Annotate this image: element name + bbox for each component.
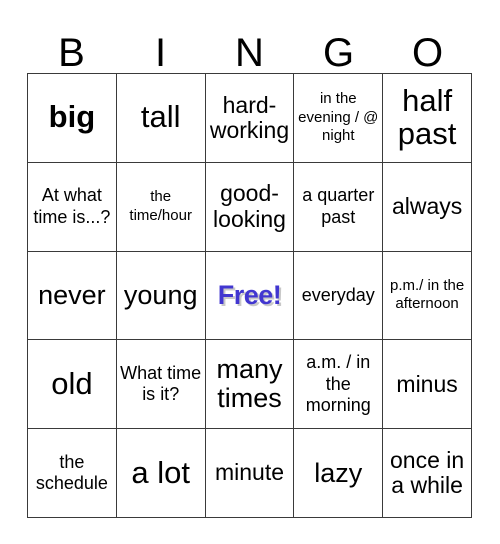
bingo-cell[interactable]: in the evening / @ night bbox=[294, 74, 384, 163]
bingo-cell[interactable]: hard-working bbox=[205, 74, 295, 163]
header-letter-b: B bbox=[58, 31, 85, 75]
bingo-cell[interactable]: minus bbox=[383, 340, 472, 430]
bingo-cell-label: minus bbox=[396, 370, 458, 397]
header-letter-o: O bbox=[411, 31, 444, 75]
bingo-cell-free[interactable]: Free! bbox=[205, 251, 295, 341]
bingo-cell[interactable]: big bbox=[28, 74, 117, 163]
header-letter-n: N bbox=[235, 31, 264, 75]
bingo-cell-label: good-looking bbox=[213, 180, 286, 232]
bingo-cell-label: At what time is...? bbox=[33, 185, 111, 227]
bingo-cell[interactable]: a.m. / in the morning bbox=[294, 340, 384, 430]
bingo-cell-label: everyday bbox=[301, 284, 375, 305]
bingo-cell-label: the time/hour bbox=[129, 188, 192, 224]
bingo-cell-label: in the evening / @ night bbox=[298, 90, 379, 145]
bingo-cell-label: many times bbox=[216, 354, 283, 414]
bingo-cell[interactable]: tall bbox=[116, 74, 206, 163]
bingo-cell-label: tall bbox=[140, 99, 181, 135]
bingo-cell-label: hard-working bbox=[209, 91, 290, 143]
bingo-cell[interactable]: everyday bbox=[294, 251, 384, 341]
bingo-cell-label: always bbox=[391, 193, 463, 220]
bingo-cell[interactable]: a quarter past bbox=[294, 162, 384, 252]
bingo-cell-label: p.m./ in the afternoon bbox=[389, 277, 465, 313]
bingo-cell-label: minute bbox=[214, 459, 285, 486]
bingo-cell[interactable]: a lot bbox=[116, 429, 206, 518]
bingo-cell[interactable]: half past bbox=[383, 74, 472, 163]
bingo-cell[interactable]: old bbox=[28, 340, 117, 430]
bingo-cell-label: big bbox=[48, 99, 96, 135]
bingo-cell-label: never bbox=[38, 279, 106, 310]
bingo-card: B I N G O big tall hard-working in the e… bbox=[0, 0, 500, 544]
bingo-cell[interactable]: At what time is...? bbox=[28, 162, 117, 252]
bingo-cell-label: What time is it? bbox=[120, 363, 202, 405]
free-space-label: Free! bbox=[217, 280, 282, 311]
bingo-cell[interactable]: many times bbox=[205, 340, 295, 430]
bingo-cell[interactable]: always bbox=[383, 162, 472, 252]
bingo-cell-label: a lot bbox=[131, 454, 190, 490]
bingo-cell-label: once in a while bbox=[390, 446, 465, 499]
bingo-cell[interactable]: the schedule bbox=[28, 429, 117, 518]
bingo-cell-label: old bbox=[51, 365, 93, 401]
bingo-cell[interactable]: young bbox=[116, 251, 206, 341]
bingo-cell-label: young bbox=[123, 279, 198, 310]
bingo-cell[interactable]: good-looking bbox=[205, 162, 295, 252]
bingo-cell-label: the schedule bbox=[35, 451, 108, 494]
bingo-cell-label: a.m. / in the morning bbox=[305, 352, 371, 415]
bingo-cell[interactable]: never bbox=[28, 251, 117, 341]
bingo-cell[interactable]: the time/hour bbox=[116, 162, 206, 252]
bingo-header-row: B I N G O bbox=[27, 20, 472, 73]
bingo-cell[interactable]: What time is it? bbox=[116, 340, 206, 430]
header-letter-i: I bbox=[154, 31, 167, 75]
bingo-cell-label: lazy bbox=[314, 457, 363, 488]
bingo-cell-label: half past bbox=[397, 83, 457, 151]
bingo-cell[interactable]: lazy bbox=[294, 429, 384, 518]
bingo-grid: big tall hard-working in the evening / @… bbox=[27, 73, 472, 518]
bingo-cell[interactable]: minute bbox=[205, 429, 295, 518]
bingo-cell[interactable]: once in a while bbox=[383, 429, 472, 518]
bingo-cell-label: a quarter past bbox=[302, 185, 375, 227]
bingo-cell[interactable]: p.m./ in the afternoon bbox=[383, 251, 472, 341]
header-letter-g: G bbox=[322, 31, 355, 75]
